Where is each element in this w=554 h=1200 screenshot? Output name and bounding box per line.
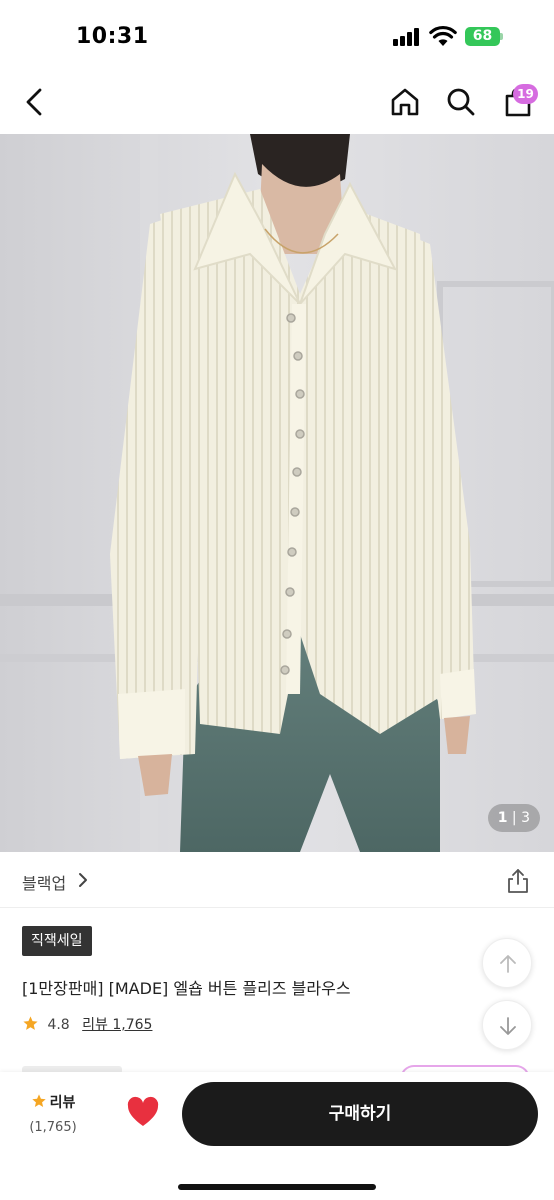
buy-button[interactable]: 구매하기 <box>182 1082 538 1146</box>
status-time: 10:31 <box>76 24 149 49</box>
status-bar: 10:31 68 <box>0 0 554 70</box>
scroll-up-button[interactable] <box>482 938 532 988</box>
image-counter-separator: | <box>511 810 517 826</box>
image-counter-current: 1 <box>497 810 508 826</box>
product-photo <box>0 134 554 852</box>
share-icon[interactable] <box>506 868 530 894</box>
image-page-counter: 1 | 3 <box>487 804 540 832</box>
bottom-review-button[interactable]: 리뷰 (1,765) <box>20 1092 86 1135</box>
battery-icon: 68 <box>465 27 503 46</box>
product-image-carousel[interactable]: 1 | 3 <box>0 134 554 852</box>
shop-row: 블랙업 <box>0 852 554 908</box>
cellular-signal-icon <box>393 28 423 46</box>
star-icon <box>31 1094 46 1107</box>
shop-name-link[interactable]: 블랙업 <box>22 870 66 894</box>
wifi-icon <box>429 25 457 46</box>
home-icon[interactable] <box>389 86 421 118</box>
rating-row: 4.8 리뷰 1,765 <box>22 1014 152 1034</box>
rating-value: 4.8 <box>47 1017 70 1033</box>
review-count-link[interactable]: 리뷰 1,765 <box>82 1017 152 1033</box>
home-indicator <box>178 1184 376 1190</box>
back-arrow-icon[interactable] <box>20 86 52 118</box>
sale-badge: 직잭세일 <box>22 926 92 956</box>
chevron-right-icon <box>79 873 87 887</box>
star-icon <box>23 1016 38 1030</box>
image-counter-total: 3 <box>521 810 530 826</box>
bottom-review-label: 리뷰 <box>49 1095 76 1111</box>
bottom-action-bar: 리뷰 (1,765) 구매하기 <box>0 1072 554 1200</box>
cart-count-badge: 19 <box>513 84 538 104</box>
bottom-review-count: (1,765) <box>29 1120 77 1135</box>
search-icon[interactable] <box>445 86 477 118</box>
arrow-up-icon <box>500 955 516 973</box>
product-title: [1만장판매] [MADE] 엘숍 버튼 플리즈 블라우스 <box>22 979 351 998</box>
top-nav <box>0 70 554 134</box>
arrow-down-icon <box>500 1017 516 1035</box>
battery-level: 68 <box>465 27 500 46</box>
heart-icon[interactable] <box>126 1096 160 1128</box>
scroll-down-button[interactable] <box>482 1000 532 1050</box>
